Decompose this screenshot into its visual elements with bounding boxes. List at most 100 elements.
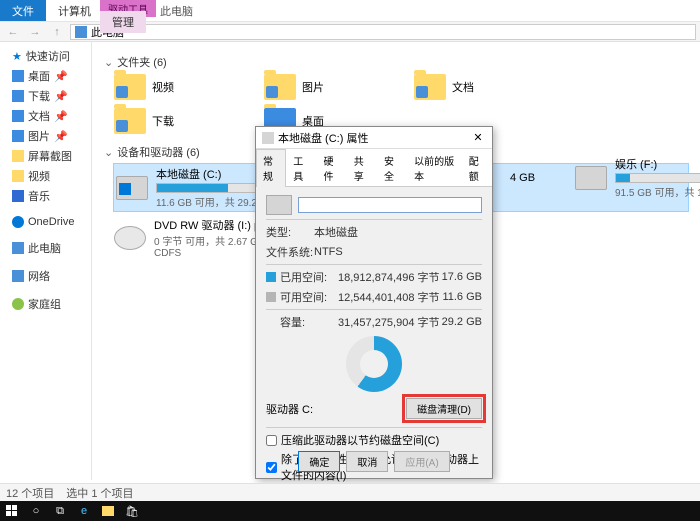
folders-header[interactable]: ⌄文件夹 (6) [104, 54, 688, 70]
drive-icon [116, 176, 148, 200]
sidebar-thispc[interactable]: 此电脑 [0, 238, 91, 258]
drive-name: 娱乐 (F:) [615, 156, 700, 172]
pin-icon: 📌 [54, 130, 68, 143]
document-icon [12, 110, 24, 122]
sidebar-music[interactable]: 音乐 [0, 186, 91, 206]
used-bytes: 18,912,874,496 字节 [338, 269, 440, 285]
sidebar-downloads[interactable]: 下载📌 [0, 86, 91, 106]
drive-label-input[interactable] [298, 197, 482, 213]
sidebar-pictures[interactable]: 图片📌 [0, 126, 91, 146]
pin-icon: 📌 [54, 110, 68, 123]
cancel-button[interactable]: 取消 [346, 451, 388, 472]
ribbon-manage[interactable]: 管理 [100, 11, 146, 33]
sidebar-onedrive[interactable]: OneDrive [0, 214, 91, 230]
drive-letter-label: 驱动器 C: [266, 401, 313, 417]
ok-button[interactable]: 确定 [298, 451, 340, 472]
tab-tools[interactable]: 工具 [286, 149, 316, 186]
capacity-bytes: 31,457,275,904 字节 [338, 314, 440, 330]
sidebar-screenshots[interactable]: 屏幕截图 [0, 146, 91, 166]
disk-cleanup-button[interactable]: 磁盘清理(D) [406, 398, 482, 419]
explorer-icon[interactable] [96, 501, 120, 521]
tab-quota[interactable]: 配额 [462, 149, 492, 186]
taskview-icon[interactable]: ⧉ [48, 501, 72, 521]
sidebar-homegroup[interactable]: 家庭组 [0, 294, 91, 314]
folder-pictures[interactable]: 图片 [264, 74, 394, 100]
apply-button[interactable]: 应用(A) [394, 451, 449, 472]
tab-previous[interactable]: 以前的版本 [407, 149, 462, 186]
folder-documents[interactable]: 文档 [414, 74, 544, 100]
status-selected: 选中 1 个项目 [66, 485, 133, 501]
ribbon-computer[interactable]: 计算机 [46, 0, 103, 21]
fs-value: NTFS [314, 246, 343, 258]
folder-icon [114, 74, 146, 100]
network-icon [12, 270, 24, 282]
ribbon: 文件 计算机 查看 驱动工具 管理 此电脑 [0, 0, 700, 22]
free-gb: 11.6 GB [442, 291, 482, 303]
used-color-swatch [266, 272, 276, 282]
sidebar-quick-access[interactable]: ★快速访问 [0, 46, 91, 66]
folder-downloads[interactable]: 下载 [114, 108, 244, 134]
drive-usage-bar [615, 173, 700, 183]
compress-checkbox[interactable]: 压缩此驱动器以节约磁盘空间(C) [266, 432, 482, 448]
desktop-icon [12, 70, 24, 82]
sidebar-documents[interactable]: 文档📌 [0, 106, 91, 126]
back-button[interactable]: ← [4, 23, 22, 41]
drive-f[interactable]: 娱乐 (F:) 91.5 GB 可用，共 104 GB [575, 156, 700, 199]
free-bytes: 12,544,401,408 字节 [338, 289, 440, 305]
used-label: 已用空间: [280, 269, 328, 285]
drive-icon [575, 166, 607, 190]
close-icon[interactable]: ✕ [470, 131, 486, 144]
sidebar-desktop[interactable]: 桌面📌 [0, 66, 91, 86]
taskbar: ○ ⧉ e 🛍 [0, 501, 700, 521]
picture-icon [12, 130, 24, 142]
dvd-icon [114, 226, 146, 250]
dialog-title: 本地磁盘 (C:) 属性 [278, 130, 368, 146]
pin-icon: 📌 [54, 70, 68, 83]
folder-icon [414, 74, 446, 100]
folder-icon [114, 108, 146, 134]
capacity-label: 容量: [280, 314, 328, 330]
status-bar: 12 个项目 选中 1 个项目 [0, 483, 700, 501]
type-label: 类型: [266, 224, 314, 240]
tab-hardware[interactable]: 硬件 [316, 149, 346, 186]
chevron-down-icon: ⌄ [104, 56, 113, 69]
sidebar-videos[interactable]: 视频 [0, 166, 91, 186]
drive-icon [262, 132, 274, 144]
drive-icon [266, 195, 292, 215]
onedrive-icon [12, 216, 24, 228]
tab-security[interactable]: 安全 [377, 149, 407, 186]
nav-sidebar: ★快速访问 桌面📌 下载📌 文档📌 图片📌 屏幕截图 视频 音乐 OneDriv… [0, 42, 92, 480]
address-bar[interactable]: 此电脑 [70, 24, 696, 40]
usage-donut-chart [346, 336, 402, 392]
fs-label: 文件系统: [266, 244, 314, 260]
pc-icon [12, 242, 24, 254]
free-label: 可用空间: [280, 289, 328, 305]
forward-button[interactable]: → [26, 23, 44, 41]
cortana-icon[interactable]: ○ [24, 501, 48, 521]
ribbon-file[interactable]: 文件 [0, 0, 46, 21]
chevron-down-icon: ⌄ [104, 146, 113, 159]
capacity-gb: 29.2 GB [442, 316, 482, 328]
folder-icon [264, 74, 296, 100]
type-value: 本地磁盘 [314, 224, 358, 240]
edge-icon[interactable]: e [72, 501, 96, 521]
dialog-tabs: 常规 工具 硬件 共享 安全 以前的版本 配额 [256, 149, 492, 187]
status-item-count: 12 个项目 [6, 485, 54, 501]
window-title: 此电脑 [160, 3, 193, 19]
folder-videos[interactable]: 视频 [114, 74, 244, 100]
drive-subtext: 91.5 GB 可用，共 104 GB [615, 184, 700, 199]
folder-icon [12, 150, 24, 162]
star-icon: ★ [12, 50, 22, 63]
homegroup-icon [12, 298, 24, 310]
tab-sharing[interactable]: 共享 [347, 149, 377, 186]
start-button[interactable] [0, 501, 24, 521]
properties-dialog: 本地磁盘 (C:) 属性 ✕ 常规 工具 硬件 共享 安全 以前的版本 配额 类… [255, 126, 493, 479]
up-button[interactable]: ↑ [48, 23, 66, 41]
store-icon[interactable]: 🛍 [120, 501, 144, 521]
tab-general[interactable]: 常规 [256, 149, 286, 187]
sidebar-network[interactable]: 网络 [0, 266, 91, 286]
dialog-titlebar[interactable]: 本地磁盘 (C:) 属性 ✕ [256, 127, 492, 149]
pc-icon [75, 26, 87, 38]
folder-icon [12, 170, 24, 182]
pin-icon: 📌 [54, 90, 68, 103]
